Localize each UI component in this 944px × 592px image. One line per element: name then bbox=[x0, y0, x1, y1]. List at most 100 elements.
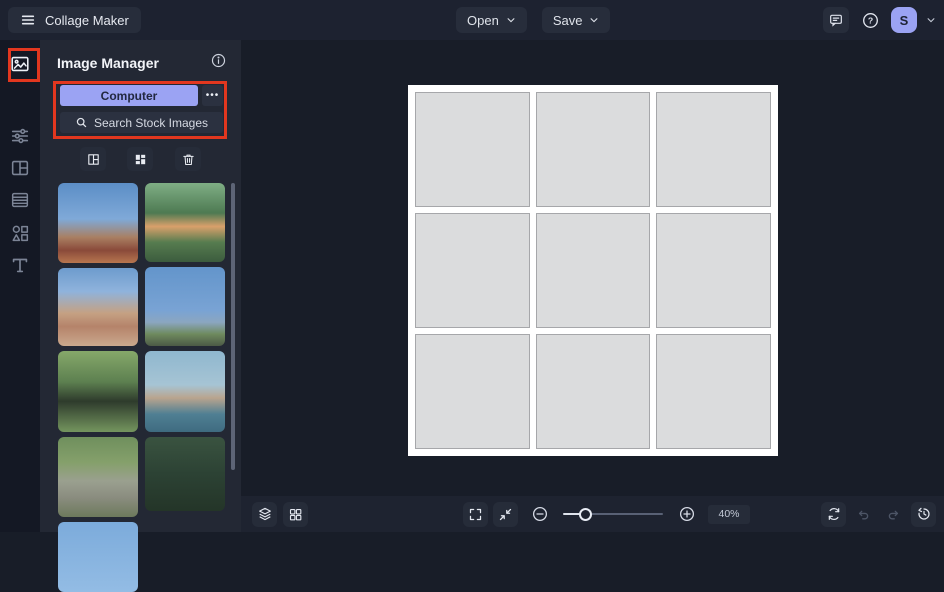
info-icon bbox=[210, 52, 227, 69]
expand-icon bbox=[468, 507, 483, 522]
collage-cell-2[interactable] bbox=[536, 92, 651, 207]
collage-grid bbox=[408, 85, 778, 456]
panel-title: Image Manager bbox=[57, 55, 159, 71]
history-tools bbox=[821, 496, 936, 532]
image-thumbnail-running-on-road[interactable] bbox=[58, 437, 138, 517]
image-thumbnail-woman-in-green-park[interactable] bbox=[58, 351, 138, 432]
collage-cell-3[interactable] bbox=[656, 92, 771, 207]
zoom-out-button[interactable] bbox=[527, 502, 552, 527]
topbar-right: ? S bbox=[823, 7, 936, 33]
zoom-controls: 40% bbox=[463, 496, 750, 532]
zoom-in-button[interactable] bbox=[674, 502, 699, 527]
masonry-view-button[interactable] bbox=[127, 147, 153, 171]
zoom-level-value[interactable]: 40% bbox=[708, 505, 750, 524]
thumbnail-toolbar bbox=[40, 147, 241, 171]
thumbnail-column-left bbox=[58, 183, 138, 592]
template-icon bbox=[9, 189, 31, 211]
delete-button[interactable] bbox=[175, 147, 201, 171]
sidebar-item-text[interactable] bbox=[9, 254, 31, 276]
sidebar-item-edit[interactable] bbox=[9, 125, 31, 147]
stock-search-input[interactable]: Search Stock Images bbox=[60, 112, 223, 133]
zoom-in-icon bbox=[678, 505, 696, 523]
fit-to-screen-button[interactable] bbox=[493, 502, 518, 527]
collage-canvas[interactable] bbox=[408, 85, 778, 456]
undo-icon bbox=[855, 506, 872, 523]
computer-source-button[interactable]: Computer bbox=[60, 85, 198, 106]
undo-button[interactable] bbox=[851, 502, 876, 527]
app-title-chip[interactable]: Collage Maker bbox=[8, 7, 141, 33]
trash-icon bbox=[181, 152, 196, 167]
bottom-toolbar: 40% bbox=[241, 496, 944, 532]
grid-toggle-button[interactable] bbox=[283, 502, 308, 527]
redo-button[interactable] bbox=[881, 502, 906, 527]
reset-button[interactable] bbox=[821, 502, 846, 527]
zoom-slider-thumb[interactable] bbox=[579, 508, 592, 521]
sidebar-item-templates[interactable] bbox=[9, 189, 31, 211]
chevron-down-icon bbox=[589, 15, 599, 25]
masonry-view-icon bbox=[133, 152, 148, 167]
sidebar-item-image-manager[interactable] bbox=[9, 53, 31, 75]
collage-cell-5[interactable] bbox=[536, 213, 651, 328]
feedback-button[interactable] bbox=[823, 7, 849, 33]
image-thumbnail-woman-in-forest[interactable] bbox=[145, 183, 225, 262]
collage-cell-4[interactable] bbox=[415, 213, 530, 328]
sidebar-item-graphics[interactable] bbox=[9, 222, 31, 244]
chevron-down-icon bbox=[506, 15, 516, 25]
history-button[interactable] bbox=[911, 502, 936, 527]
image-thumbnail-friends-walking-beach[interactable] bbox=[58, 268, 138, 346]
more-options-button[interactable]: ••• bbox=[202, 85, 223, 106]
redo-icon bbox=[885, 506, 902, 523]
grid-view-icon bbox=[86, 152, 101, 167]
layout-icon bbox=[9, 157, 31, 179]
top-bar: Collage Maker Open Save bbox=[0, 0, 944, 40]
history-icon bbox=[916, 506, 932, 522]
image-thumbnail-group-under-blue-sky[interactable] bbox=[145, 267, 225, 346]
sidebar-item-layouts[interactable] bbox=[9, 157, 31, 179]
zoom-out-icon bbox=[531, 505, 549, 523]
shapes-icon bbox=[9, 222, 31, 244]
open-button[interactable]: Open bbox=[456, 7, 527, 33]
grid-view-button[interactable] bbox=[80, 147, 106, 171]
image-thumbnail-blue-sky-partial[interactable] bbox=[58, 522, 138, 592]
collage-cell-7[interactable] bbox=[415, 334, 530, 449]
grid-icon bbox=[288, 507, 303, 522]
search-placeholder: Search Stock Images bbox=[94, 116, 208, 130]
hamburger-icon[interactable] bbox=[20, 12, 36, 28]
zoom-slider[interactable] bbox=[563, 502, 663, 527]
open-button-label: Open bbox=[467, 13, 499, 28]
layers-icon bbox=[257, 506, 273, 522]
file-actions: Open Save bbox=[456, 7, 610, 33]
avatar[interactable]: S bbox=[891, 7, 917, 33]
comments-icon bbox=[828, 12, 844, 28]
search-icon bbox=[75, 116, 88, 129]
image-thumbnail-dark-forest[interactable] bbox=[145, 437, 225, 511]
panel-scrollbar[interactable] bbox=[231, 183, 235, 470]
image-manager-panel: Image Manager Computer ••• Search Stock … bbox=[40, 40, 241, 532]
collage-cell-9[interactable] bbox=[656, 334, 771, 449]
fullscreen-button[interactable] bbox=[463, 502, 488, 527]
layers-button[interactable] bbox=[252, 502, 277, 527]
thumbnail-column-right bbox=[145, 183, 225, 511]
image-icon bbox=[9, 53, 31, 75]
image-thumbnail-three-friends-beach[interactable] bbox=[58, 183, 138, 263]
collage-cell-8[interactable] bbox=[536, 334, 651, 449]
image-thumbnail-woman-teal-top-beach[interactable] bbox=[145, 351, 225, 432]
collage-cell-6[interactable] bbox=[656, 213, 771, 328]
svg-text:?: ? bbox=[867, 15, 872, 25]
collage-cell-1[interactable] bbox=[415, 92, 530, 207]
save-button-label: Save bbox=[553, 13, 583, 28]
fit-screen-icon bbox=[498, 507, 513, 522]
zoom-slider-track bbox=[585, 513, 663, 515]
bottom-left-tools bbox=[252, 496, 308, 532]
help-button[interactable]: ? bbox=[858, 8, 882, 32]
text-icon bbox=[9, 254, 31, 276]
account-chevron-down-icon[interactable] bbox=[926, 15, 936, 25]
info-button[interactable] bbox=[210, 52, 227, 69]
main-sidebar bbox=[0, 40, 40, 532]
app-title: Collage Maker bbox=[45, 13, 129, 28]
save-button[interactable]: Save bbox=[542, 7, 611, 33]
reset-icon bbox=[826, 506, 842, 522]
help-icon: ? bbox=[861, 11, 880, 30]
canvas-area: 40% bbox=[241, 40, 944, 532]
sliders-icon bbox=[9, 125, 31, 147]
